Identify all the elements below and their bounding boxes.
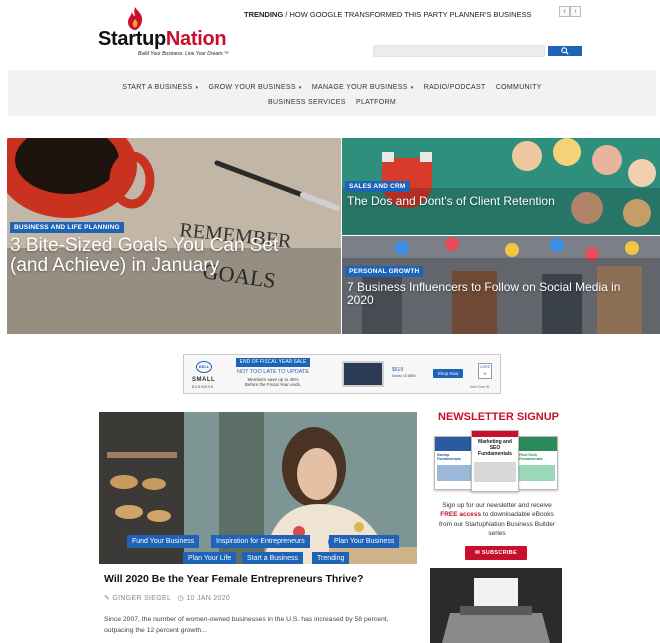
logo-wordmark: StartupNation xyxy=(98,28,227,50)
nav-radio-podcast[interactable]: RADIO/PODCAST xyxy=(424,84,486,91)
nav-business-services[interactable]: BUSINESS SERVICES xyxy=(268,99,346,106)
ad-product-name: Vostro 15 5590 xyxy=(392,374,416,378)
article-author[interactable]: GINGER SIEGEL xyxy=(112,595,171,602)
nav-manage-your-business[interactable]: MANAGE YOUR BUSINESS ▾ xyxy=(312,84,414,91)
laptop-image xyxy=(342,361,384,387)
article-date: 10 JAN 2020 xyxy=(186,595,231,602)
hero-main-title[interactable]: 3 Bite-Sized Goals You Can Set (and Achi… xyxy=(10,236,278,276)
trending-prev-button[interactable]: ‹ xyxy=(559,6,570,17)
hero-top-right-card[interactable]: SALES AND CRM The Dos and Dont's of Clie… xyxy=(342,138,660,235)
hero-top-right-title[interactable]: The Dos and Dont's of Client Retention xyxy=(347,195,555,208)
main-nav-row-1: START A BUSINESS ▾ GROW YOUR BUSINESS ▾ MA… xyxy=(8,84,656,91)
article-excerpt: Since 2007, the number of women-owned bu… xyxy=(104,616,389,634)
chevron-down-icon: ▾ xyxy=(410,85,414,91)
nav-community[interactable]: COMMUNITY xyxy=(496,84,542,91)
ebook-cover-center: Marketing and SEO Fundamentals xyxy=(471,430,519,492)
chevron-down-icon: ▾ xyxy=(195,85,199,91)
hero-top-right-category[interactable]: SALES AND CRM xyxy=(345,181,410,192)
hero-main-category[interactable]: BUSINESS AND LIFE PLANNING xyxy=(10,222,124,233)
trending-separator: / xyxy=(285,10,288,19)
ebook-cover-left: Startup Fundamentals xyxy=(434,436,474,490)
article-meta: ✎ GINGER SIEGEL ◷ 10 JAN 2020 xyxy=(104,594,230,602)
sidebar-typewriter-image[interactable] xyxy=(430,568,562,643)
ebook-cover-right: Pitch Deck Fundamentals xyxy=(516,436,558,490)
tag-fund-your-business[interactable]: Fund Your Business xyxy=(127,535,200,548)
envelope-icon: ✉ xyxy=(475,550,480,556)
hero-bottom-right-category[interactable]: PERSONAL GROWTH xyxy=(345,266,424,277)
search-icon xyxy=(561,47,569,55)
hero-main-card[interactable]: REMEMBER GOALS BUSINESS AND LIFE PLANNIN… xyxy=(7,138,341,334)
trending-pager: ‹ › xyxy=(559,6,581,17)
intel-badge: CORE i5 xyxy=(478,363,492,379)
nav-grow-your-business[interactable]: GROW YOUR BUSINESS ▾ xyxy=(209,84,302,91)
chevron-down-icon: ▾ xyxy=(298,85,302,91)
tag-plan-your-business[interactable]: Plan Your Business xyxy=(329,535,400,548)
newsletter-description: Sign up for our newsletter and receive F… xyxy=(439,502,555,538)
search-input[interactable] xyxy=(373,45,545,57)
article-title[interactable]: Will 2020 Be the Year Female Entrepreneu… xyxy=(104,573,363,585)
ad-banner[interactable]: DELL SMALL BUSINESS END OF FISCAL YEAR S… xyxy=(183,354,501,394)
ad-small-label: SMALL xyxy=(192,377,216,383)
tag-inspiration-for-entrepreneurs[interactable]: Inspiration for Entrepreneurs xyxy=(211,535,310,548)
article-image[interactable]: Fund Your Business Inspiration for Entre… xyxy=(99,412,417,564)
tag-plan-your-life[interactable]: Plan Your Life xyxy=(183,552,237,564)
clock-icon: ◷ xyxy=(177,595,185,602)
ad-intel-label: Intel Core i5 xyxy=(470,385,489,389)
dell-logo: DELL xyxy=(196,361,212,373)
trending-bar: TRENDING / HOW GOOGLE TRANSFORMED THIS P… xyxy=(244,10,532,19)
hero-bottom-right-card[interactable]: PERSONAL GROWTH 7 Business Influencers t… xyxy=(342,236,660,334)
typewriter-photo xyxy=(430,568,562,643)
search-button[interactable] xyxy=(548,46,582,56)
main-nav-row-2: BUSINESS SERVICES PLATFORM xyxy=(8,99,656,106)
ad-business-label: BUSINESS xyxy=(192,385,214,389)
main-nav: START A BUSINESS ▾ GROW YOUR BUSINESS ▾ MA… xyxy=(8,70,656,116)
ad-headline: END OF FISCAL YEAR SALE xyxy=(236,358,310,367)
shop-now-button[interactable]: Shop Now xyxy=(433,369,463,378)
trending-next-button[interactable]: › xyxy=(570,6,581,17)
pencil-icon: ✎ xyxy=(104,595,111,602)
ad-price: $619 xyxy=(392,367,404,373)
newsletter-title: NEWSLETTER SIGNUP xyxy=(438,411,560,423)
tag-start-a-business[interactable]: Start a Business xyxy=(242,552,303,564)
site-logo[interactable]: StartupNation Build Your Business. Live … xyxy=(98,6,238,58)
nav-start-a-business[interactable]: START A BUSINESS ▾ xyxy=(122,84,198,91)
tag-trending[interactable]: Trending xyxy=(312,552,350,564)
trending-label: TRENDING xyxy=(244,10,284,19)
hero-bottom-right-title[interactable]: 7 Business Influencers to Follow on Soci… xyxy=(347,281,620,306)
ad-subheadline: NOT TOO LATE TO UPDATE xyxy=(236,369,310,375)
logo-tagline: Build Your Business. Live Your Dream.™ xyxy=(138,51,229,57)
nav-platform[interactable]: PLATFORM xyxy=(356,99,396,106)
trending-headline-link[interactable]: HOW GOOGLE TRANSFORMED THIS PARTY PLANNE… xyxy=(289,10,531,19)
subscribe-button[interactable]: ✉ SUBSCRIBE xyxy=(465,546,527,560)
ad-fine-print: Members save up to 45% Before the Fiscal… xyxy=(244,377,302,388)
